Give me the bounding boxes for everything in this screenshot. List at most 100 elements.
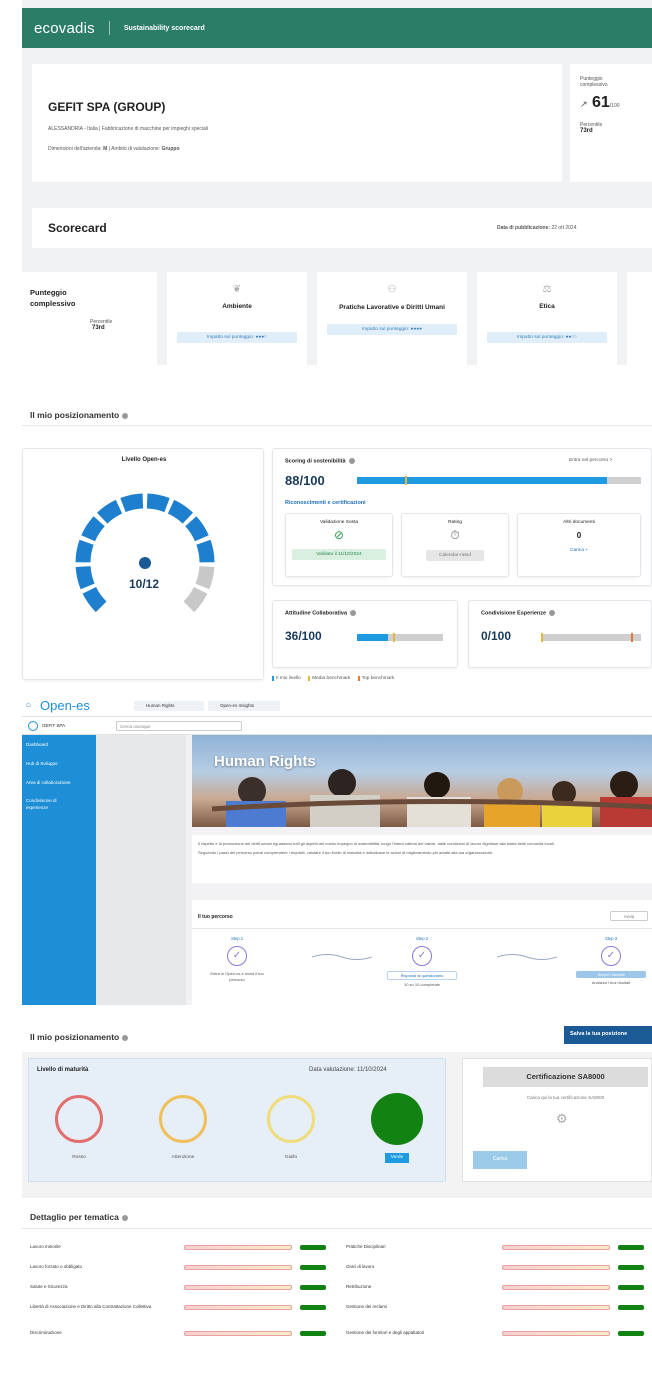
openes-panel: ⌂ Open-es Human Rights Open-es Insights … — [22, 695, 652, 1005]
info-icon[interactable] — [350, 610, 357, 616]
maturity-level-title: Livello di maturità — [37, 1067, 89, 1073]
step-label: Step 3 — [604, 936, 618, 941]
theme-label: Pratiche Lavorative e Diritti Umani — [339, 304, 445, 311]
gauge-segment — [185, 516, 209, 542]
level-green-circle[interactable] — [371, 1093, 423, 1145]
tab-human-rights[interactable]: Human Rights — [134, 701, 204, 711]
impact-badge: Impatto sul punteggio: ●●○○ — [487, 332, 607, 343]
maturity-header: Il mio posizionamento Salva la tua posiz… — [22, 1020, 652, 1052]
benchmark-marker — [405, 476, 407, 485]
level-yellow-circle[interactable] — [267, 1095, 315, 1143]
home-icon[interactable]: ⌂ — [26, 700, 31, 709]
theme-label: Ambiente — [222, 303, 252, 310]
overall-score-value: 61 — [592, 94, 610, 111]
documents-count: 0 — [576, 531, 582, 540]
divider — [22, 1228, 652, 1229]
hero-image: Human Rights — [192, 735, 652, 827]
scorecard-header: Scorecard Data di pubblicazione: 22 ott … — [32, 208, 652, 248]
check-circle-icon: ⊘ — [333, 528, 345, 542]
connector — [497, 954, 557, 960]
sidebar-item-experiences[interactable]: Condivisione di esperienze — [26, 798, 76, 812]
step-sub: 10 su 10 completate — [403, 982, 441, 987]
topic-bar-green — [618, 1245, 644, 1250]
theme-card-environment[interactable]: ❦ Ambiente Impatto sul punteggio: ●●●○ — [167, 272, 307, 365]
maturity-date: Data valutazione: 11/10/2024 — [309, 1067, 387, 1073]
theme-card-partial[interactable] — [627, 272, 652, 365]
impact-badge: Impatto sul punteggio: ●●●○ — [177, 332, 297, 343]
gauge-segment — [97, 499, 123, 524]
impact-badge: Impatto sul punteggio: ●●●● — [327, 324, 457, 336]
ecovadis-scorecard-panel: ecovadis Sustainability scorecard GEFIT … — [22, 0, 652, 365]
company-size-row: Dimensioni dell'azienda: M | Ambito di v… — [48, 146, 180, 152]
info-icon[interactable] — [122, 1034, 129, 1041]
sidebar-item-dashboard[interactable]: Dashboard — [26, 742, 92, 749]
topic-label: Gestione dei reclami — [346, 1304, 388, 1309]
step-label: Step 1 — [230, 936, 244, 941]
save-position-button[interactable]: Salva la tua posizione — [564, 1026, 652, 1044]
topic-bar — [184, 1245, 292, 1250]
level-title: Livello Open-es — [121, 457, 167, 463]
detail-section: Dettaglio per tematica Lavoro minorile La… — [22, 1198, 652, 1390]
theme-label: Punteggio complessivo — [30, 288, 76, 308]
recog-badge: Calendar-rated — [426, 550, 484, 561]
level-attention-circle[interactable] — [159, 1095, 207, 1143]
theme-label: Etica — [539, 303, 555, 310]
sidebar-item-collaboration[interactable]: Area di collaborazione — [26, 780, 92, 787]
company-switch[interactable]: GEFIT SPA — [42, 723, 65, 728]
maturity-panel: Il mio posizionamento Salva la tua posiz… — [22, 1020, 652, 1390]
sust-label-text: Scoring di sostenibilità — [285, 458, 346, 465]
step-text: Entra in Open-es e inizia il tuo percors… — [210, 971, 264, 982]
divider — [192, 928, 652, 929]
check-icon: ✓ — [227, 946, 247, 966]
topic-label: Libertà di Associazione e Diritto alla C… — [30, 1304, 152, 1309]
sidebar-item-hub[interactable]: Hub di Sviluppo — [26, 761, 92, 768]
topic-bar-green — [618, 1305, 644, 1310]
info-icon[interactable] — [549, 610, 556, 616]
recog-title: Altri documenti — [563, 520, 595, 525]
level-value: 10/12 — [128, 577, 160, 591]
path-button[interactable]: Avvia — [610, 911, 648, 921]
level-red-circle[interactable] — [55, 1095, 103, 1143]
exp-label: Condivisione Esperienze — [481, 610, 556, 616]
page: ecovadis Sustainability scorecard GEFIT … — [0, 0, 652, 1390]
percentile-value: 73rd — [580, 128, 593, 134]
date-value: 11/10/2024 — [357, 1067, 387, 1073]
theme-card-labour[interactable]: ⚇ Pratiche Lavorative e Diritti Umani Im… — [317, 272, 467, 365]
step-1[interactable]: Step 1 ✓ Entra in Open-es e inizia il tu… — [202, 936, 272, 982]
topic-bar — [502, 1305, 610, 1310]
topic-label: Pratiche Disciplinari — [346, 1244, 386, 1249]
topic-bar-green — [618, 1265, 644, 1270]
positioning-panel: Il mio posizionamento Livello Open-es 10… — [22, 380, 652, 681]
upload-button[interactable]: Carica — [473, 1151, 527, 1169]
exp-bar — [541, 633, 641, 642]
theme-card-overall[interactable]: Punteggio complessivo Percentile 73rd — [22, 272, 157, 365]
info-icon[interactable] — [122, 412, 129, 419]
search-input[interactable]: Cerca ovunque — [116, 721, 242, 731]
certificate-icon: ⚙ — [556, 1111, 568, 1126]
sustainability-link[interactable]: Entra nel percorso > — [569, 458, 612, 463]
stopwatch-icon: ⏱ — [450, 528, 460, 542]
sustainability-card: Scoring di sostenibilità Entra nel perco… — [272, 448, 652, 586]
step-text: Scopri i risultati — [576, 971, 646, 978]
gauge-segment — [196, 539, 215, 563]
ecovadis-logo[interactable]: ecovadis — [34, 20, 95, 37]
step-3[interactable]: Step 3 ✓ Scopri i risultati Analizza i t… — [576, 936, 646, 985]
gauge-segment — [146, 493, 170, 513]
date-label: Data valutazione: — [309, 1067, 356, 1073]
tab-insights[interactable]: Open-es Insights — [208, 701, 280, 711]
pub-label: Data di pubblicazione: — [497, 225, 551, 231]
company-avatar[interactable] — [28, 721, 38, 731]
scale-icon: ⚖ — [542, 284, 552, 295]
company-industry: Fabbricazione di macchine per impieghi s… — [101, 126, 208, 132]
theme-card-ethics[interactable]: ⚖ Etica Impatto sul punteggio: ●●○○ — [477, 272, 617, 365]
step-2[interactable]: Step 2 ✓ Rispondi al questionario 10 su … — [387, 936, 457, 987]
info-icon[interactable] — [121, 1214, 128, 1221]
topic-bar — [184, 1265, 292, 1270]
topic-label: Gestione dei fornitori e degli appaltato… — [346, 1330, 425, 1335]
upload-link[interactable]: Carica + — [518, 548, 640, 553]
openes-logo[interactable]: Open-es — [40, 698, 90, 713]
topic-bar — [502, 1265, 610, 1270]
info-icon[interactable] — [348, 458, 355, 464]
topic-bar — [184, 1285, 292, 1290]
gauge-segment — [81, 516, 105, 542]
